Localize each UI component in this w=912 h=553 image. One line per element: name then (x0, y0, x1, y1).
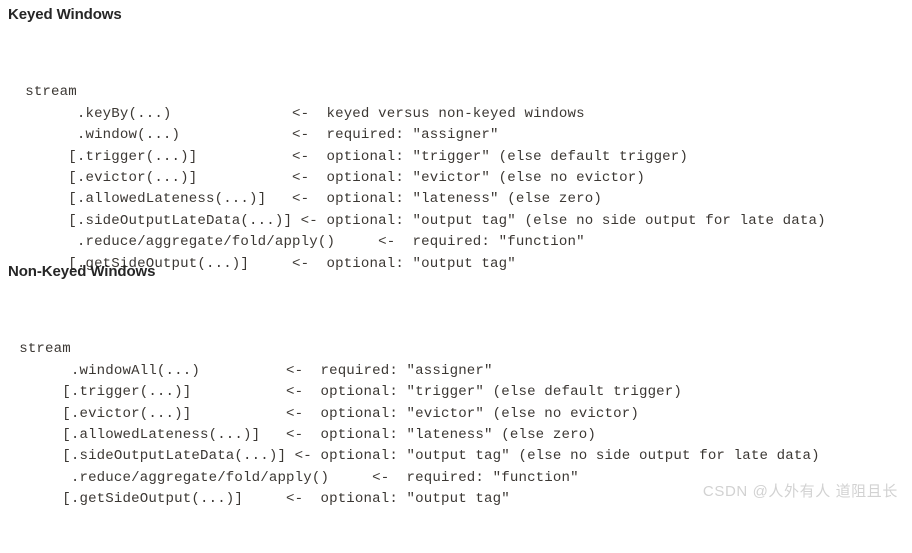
heading-non-keyed-windows: Non-Keyed Windows (8, 263, 156, 280)
code-line: .windowAll(...) <- required: "assigner" (2, 362, 493, 379)
code-line: [.allowedLateness(...)] <- optional: "la… (8, 191, 602, 208)
section-non-keyed-windows: Non-Keyed Windows stream .windowAll(...)… (0, 263, 912, 553)
code-line: [.trigger(...)] <- optional: "trigger" (… (2, 384, 683, 401)
code-line: [.evictor(...)] <- optional: "evictor" (… (8, 169, 645, 186)
heading-keyed-windows: Keyed Windows (8, 6, 122, 23)
code-line: [.sideOutputLateData(...)] <- optional: … (2, 448, 820, 465)
code-line: [.allowedLateness(...)] <- optional: "la… (2, 426, 596, 443)
csdn-watermark: CSDN @人外有人 道阻且长 (702, 483, 898, 500)
code-line: .window(...) <- required: "assigner" (8, 127, 499, 144)
document-page: Keyed Windows stream .keyBy(...) <- keye… (0, 0, 912, 507)
code-line: .keyBy(...) <- keyed versus non-keyed wi… (8, 105, 585, 122)
code-block-non-keyed-windows: stream .windowAll(...) <- required: "ass… (2, 318, 912, 553)
code-line: [.evictor(...)] <- optional: "evictor" (… (2, 405, 639, 422)
code-line: .reduce/aggregate/fold/apply() <- requir… (8, 234, 585, 251)
code-line: [.sideOutputLateData(...)] <- optional: … (8, 212, 826, 229)
code-line: [.trigger(...)] <- optional: "trigger" (… (8, 148, 689, 165)
code-line: stream (2, 341, 71, 358)
code-line: stream (8, 84, 77, 101)
